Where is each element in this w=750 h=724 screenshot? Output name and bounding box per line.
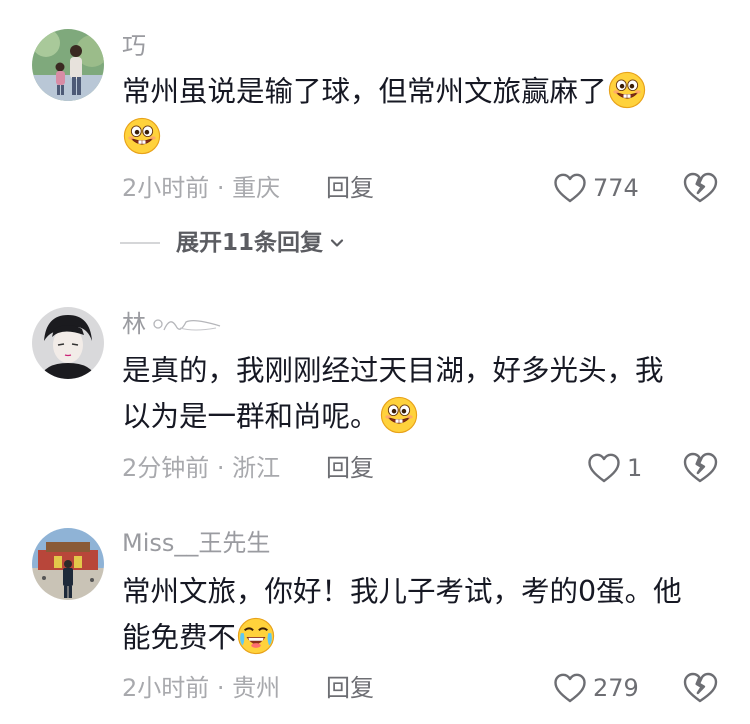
comment-time: 2小时前 <box>122 174 210 202</box>
broken-heart-icon <box>682 671 718 705</box>
reply-button[interactable]: 回复 <box>326 173 374 203</box>
avatar[interactable] <box>32 307 104 379</box>
divider-line <box>120 242 160 244</box>
comment-text: 是真的，我刚刚经过天目湖，好多光头，我 以为是一群和尚呢。 <box>122 348 722 440</box>
comment-meta: 2小时前 · 重庆 <box>122 173 280 203</box>
comment-text-line: 常州文旅，你好！我儿子考试，考的0蛋。他 <box>122 575 682 608</box>
like-count: 774 <box>593 174 639 202</box>
heart-outline-icon <box>553 672 587 704</box>
avatar[interactable] <box>32 29 104 101</box>
meta-separator: · <box>209 674 233 702</box>
crying-laugh-emoji <box>237 617 275 655</box>
meta-separator: · <box>209 454 233 482</box>
grin-emoji <box>123 117 161 155</box>
like-button[interactable]: 279 <box>553 671 639 705</box>
dislike-button[interactable] <box>682 171 718 205</box>
flourish-icon <box>153 319 221 331</box>
reply-button[interactable]: 回复 <box>326 453 374 483</box>
comment-location: 重庆 <box>232 174 281 202</box>
comment-time: 2小时前 <box>122 674 210 702</box>
comment-meta: 2小时前 · 贵州 <box>122 673 280 703</box>
comment-username[interactable]: 林 <box>122 309 222 339</box>
like-button[interactable]: 774 <box>553 171 639 205</box>
grin-emoji <box>380 396 418 434</box>
comment-text-line: 能免费不 <box>122 621 237 654</box>
reply-button[interactable]: 回复 <box>326 673 374 703</box>
comment-username[interactable]: 巧 <box>122 31 146 61</box>
like-count: 1 <box>627 454 643 482</box>
heart-outline-icon <box>553 172 587 204</box>
comment-location: 贵州 <box>232 674 281 702</box>
comment-time: 2分钟前 <box>122 454 210 482</box>
meta-separator: · <box>209 174 233 202</box>
comment-text-line: 以为是一群和尚呢。 <box>122 400 379 433</box>
dislike-button[interactable] <box>682 671 718 705</box>
like-button[interactable]: 1 <box>587 451 642 485</box>
comment-text-line: 是真的，我刚刚经过天目湖，好多光头，我 <box>122 354 664 387</box>
comment-text: 常州文旅，你好！我儿子考试，考的0蛋。他 能免费不 <box>122 569 722 661</box>
expand-replies-label: 展开11条回复 <box>176 230 324 256</box>
comment-username[interactable]: Miss__王先生 <box>122 528 270 558</box>
heart-outline-icon <box>587 452 621 484</box>
chevron-down-icon <box>330 239 344 247</box>
dislike-button[interactable] <box>682 451 718 485</box>
expand-replies-button[interactable]: 展开11条回复 <box>120 228 345 258</box>
like-count: 279 <box>593 674 639 702</box>
grin-emoji <box>608 71 646 109</box>
comment-text-line: 常州虽说是输了球，但常州文旅赢麻了 <box>122 75 607 108</box>
broken-heart-icon <box>682 451 718 485</box>
avatar[interactable] <box>32 528 104 600</box>
comment-meta: 2分钟前 · 浙江 <box>122 453 280 483</box>
broken-heart-icon <box>682 171 718 205</box>
username-text: 林 <box>122 310 146 338</box>
comment-location: 浙江 <box>232 454 281 482</box>
comment-text: 常州虽说是输了球，但常州文旅赢麻了 <box>122 69 722 161</box>
